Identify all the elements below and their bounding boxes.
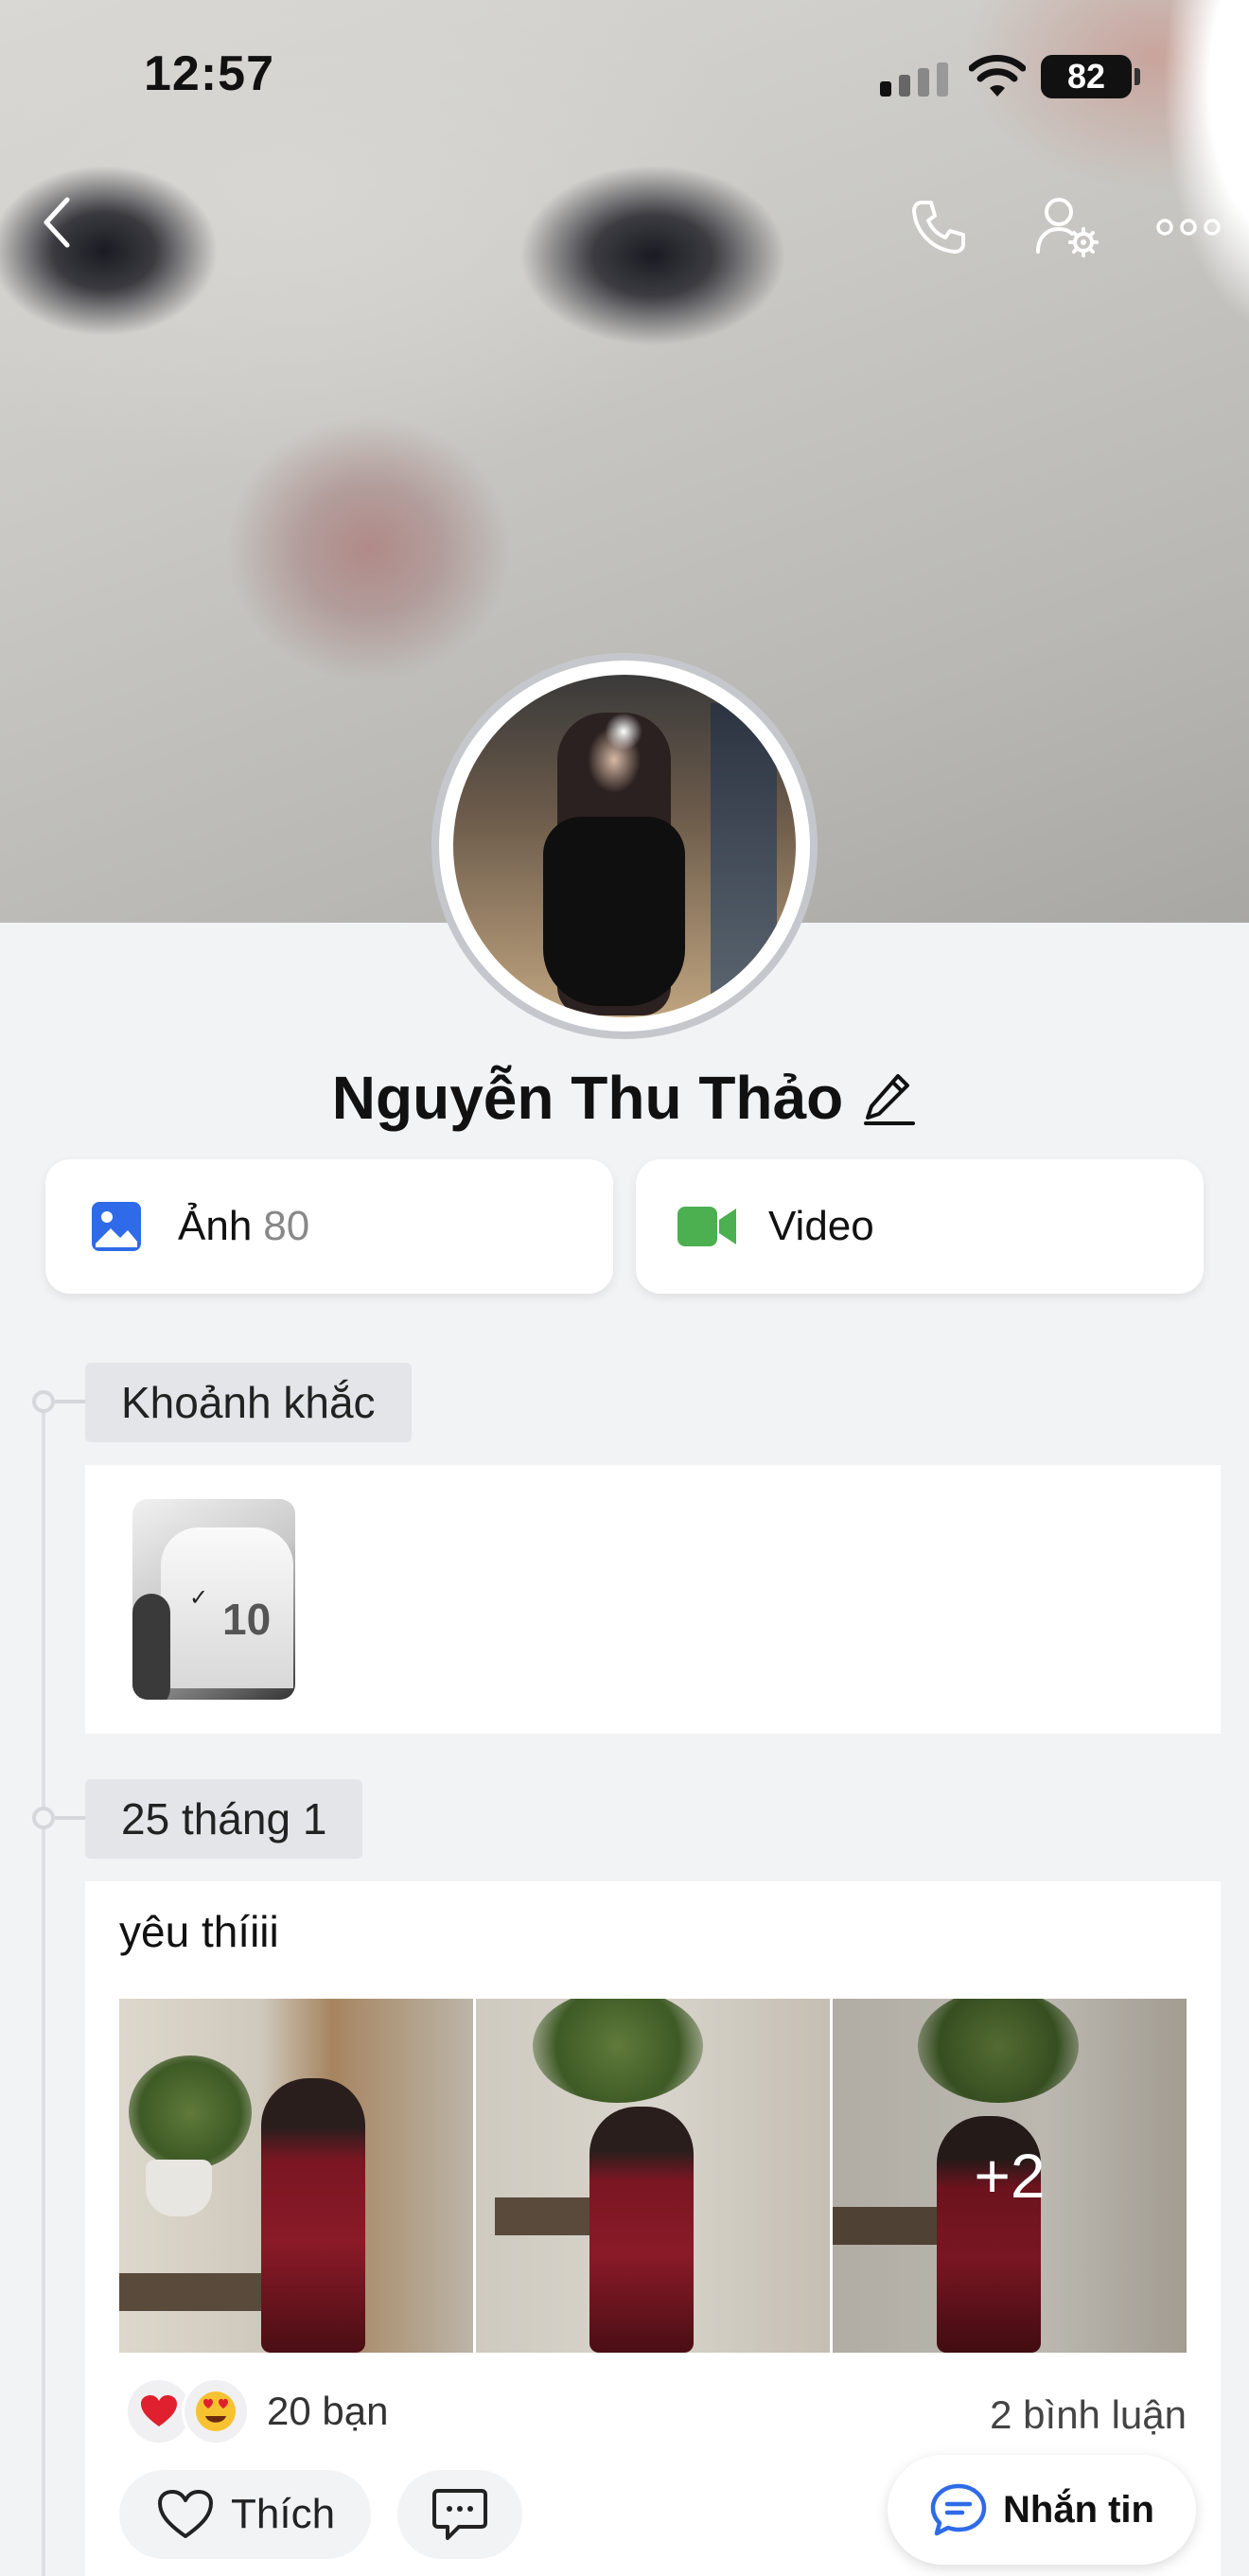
- timeline-tick: [55, 1400, 85, 1403]
- photos-label: Ảnh: [178, 1203, 253, 1249]
- moments-panel: ✓ 10: [85, 1465, 1221, 1734]
- post-date-tag: 25 tháng 1: [85, 1779, 363, 1859]
- post-photo[interactable]: +2: [833, 1999, 1187, 2353]
- profile-name-row: Nguyễn Thu Thảo: [0, 1060, 1249, 1136]
- avatar-background: [711, 703, 777, 1006]
- moment-jersey-number: 10: [222, 1595, 272, 1644]
- photos-card[interactable]: Ảnh 80: [45, 1159, 613, 1294]
- call-button[interactable]: [901, 189, 976, 265]
- more-photos-overlay[interactable]: +2: [833, 1999, 1187, 2353]
- phone-icon: [912, 201, 965, 254]
- profile-name: Nguyễn Thu Thảo: [331, 1064, 844, 1132]
- post-photo-grid: +2: [119, 1999, 1187, 2353]
- status-bar: 12:57 82: [0, 0, 1249, 151]
- post-text: yêu thíiii: [119, 1907, 279, 1956]
- photo-person: [589, 2107, 694, 2353]
- like-label: Thích: [231, 2491, 336, 2537]
- moment-logo: ✓: [189, 1585, 209, 1611]
- avatar-flash: [605, 713, 642, 750]
- timeline-tick: [55, 1816, 85, 1820]
- comment-button[interactable]: [397, 2470, 522, 2559]
- wifi-icon: [969, 55, 1026, 97]
- edit-name-button[interactable]: [864, 1069, 917, 1126]
- moment-thumbnail[interactable]: ✓ 10: [132, 1499, 295, 1700]
- back-button[interactable]: [28, 185, 85, 260]
- profile-settings-button[interactable]: [1026, 189, 1111, 265]
- photo-plant: [533, 1999, 703, 2103]
- videos-label: Video: [768, 1203, 874, 1249]
- image-icon: [87, 1197, 146, 1256]
- reactions-count: 20 bạn: [267, 2389, 389, 2433]
- pencil-icon: [864, 1074, 916, 1125]
- status-time: 12:57: [144, 46, 274, 101]
- photo-bench: [119, 2273, 261, 2311]
- more-options-button[interactable]: [1151, 194, 1226, 260]
- more-dots-icon: [1156, 219, 1221, 236]
- timeline-dot: [32, 1807, 55, 1829]
- photos-count: 80: [263, 1203, 310, 1249]
- avatar-dress: [543, 817, 685, 1006]
- comment-icon: [432, 2489, 487, 2540]
- moments-tag: Khoảnh khắc: [85, 1363, 412, 1442]
- photo-pot: [146, 2160, 212, 2216]
- photo-plant: [129, 2056, 252, 2169]
- comments-count[interactable]: 2 bình luận: [990, 2392, 1187, 2438]
- chat-bubble-icon: [930, 2483, 987, 2536]
- battery-indicator: 82: [1041, 55, 1132, 98]
- post-photo[interactable]: [119, 1999, 473, 2353]
- heart-eyes-emoji-icon: [182, 2377, 250, 2445]
- chevron-left-icon: [44, 197, 70, 248]
- moment-arm: [132, 1594, 170, 1700]
- heart-outline-icon: [158, 2490, 213, 2538]
- videos-card[interactable]: Video: [636, 1159, 1204, 1294]
- cellular-signal-icon: [880, 62, 948, 97]
- timeline-line: [42, 1391, 45, 2576]
- reactions-summary[interactable]: 20 bạn: [125, 2377, 388, 2445]
- video-camera-icon: [677, 1197, 736, 1256]
- profile-avatar[interactable]: [431, 653, 818, 1039]
- message-button[interactable]: Nhắn tin: [888, 2455, 1196, 2565]
- like-button[interactable]: Thích: [119, 2470, 371, 2559]
- user-gear-icon: [1036, 198, 1099, 257]
- message-label: Nhắn tin: [1003, 2488, 1154, 2531]
- post-photo[interactable]: [476, 1999, 830, 2353]
- timeline-dot: [32, 1390, 55, 1413]
- battery-tip: [1135, 68, 1140, 85]
- avatar-image: [453, 675, 796, 1017]
- photo-person: [261, 2078, 365, 2353]
